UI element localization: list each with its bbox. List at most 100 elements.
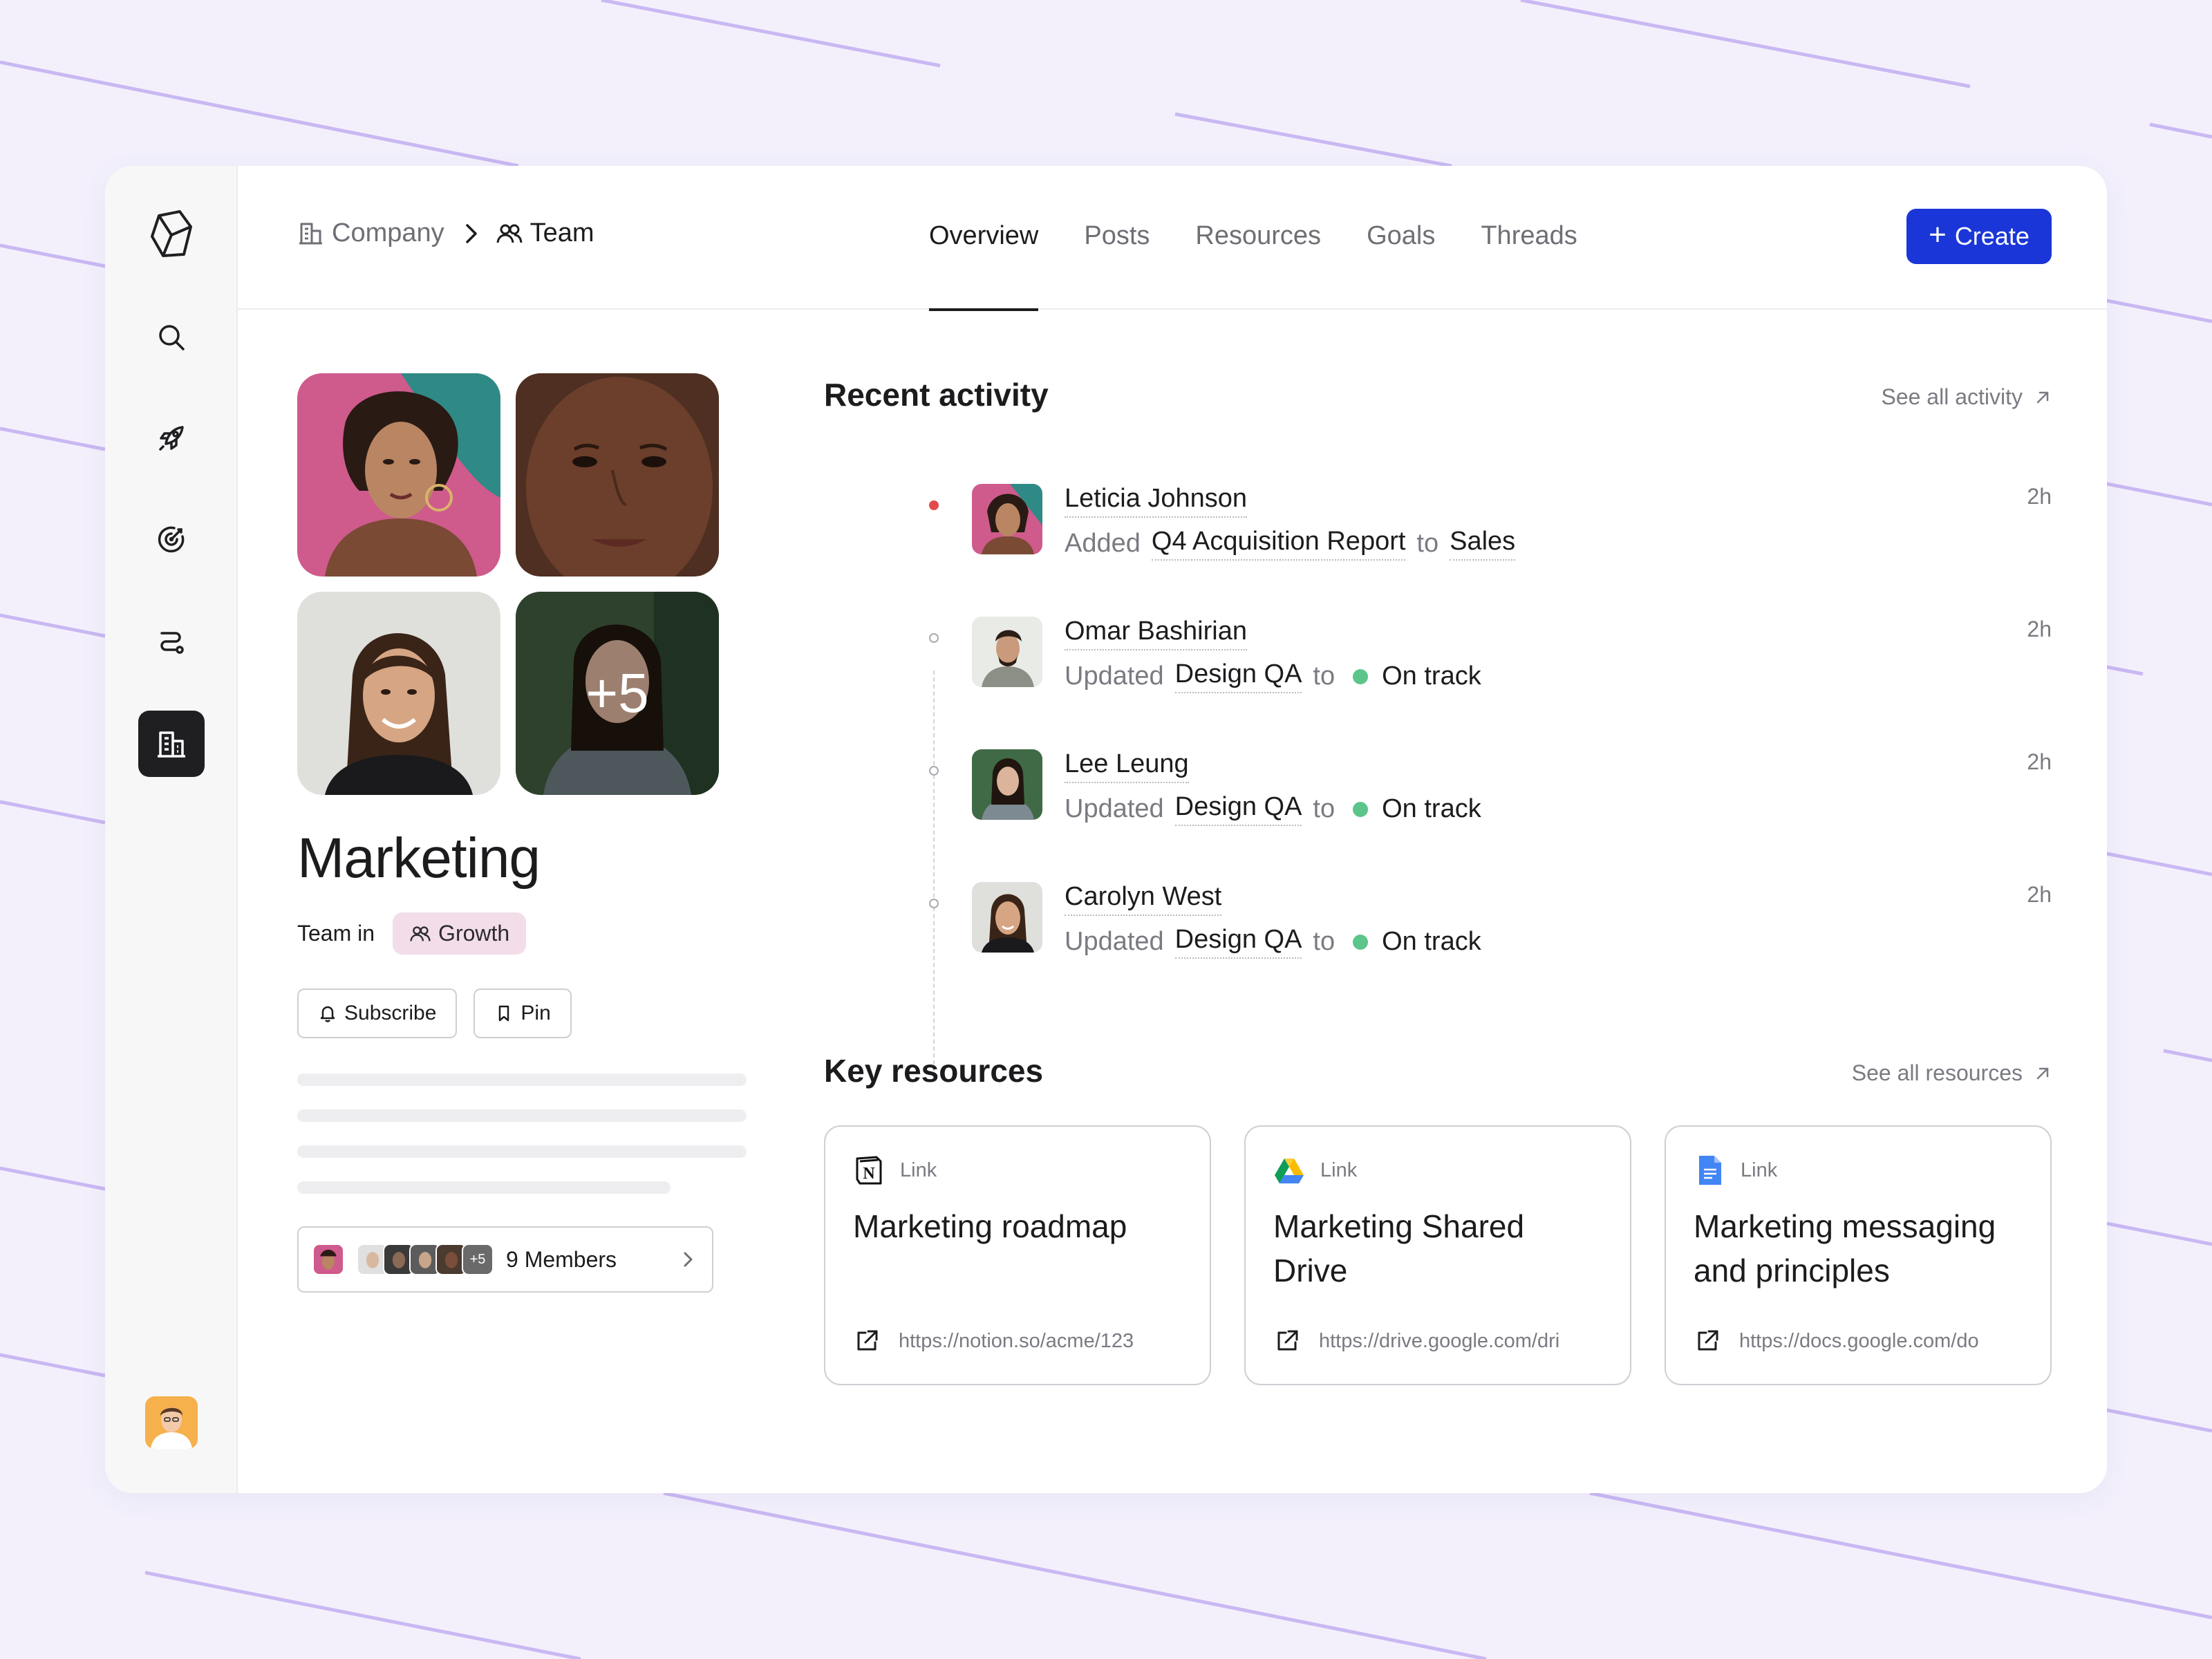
sidebar-item-company[interactable] xyxy=(138,711,205,777)
activity-user-name[interactable]: Leticia Johnson xyxy=(1065,484,1248,518)
sidebar-item-threads[interactable] xyxy=(138,608,205,675)
resource-type: Link xyxy=(1694,1154,1777,1186)
status-dot-green xyxy=(1353,668,1369,684)
activity-status-label: On track xyxy=(1382,927,1481,956)
create-button[interactable]: + Create xyxy=(1906,209,2052,264)
activity-user-name[interactable]: Omar Bashirian xyxy=(1065,617,1247,650)
app-window: Company Team Overview Posts Resources Go… xyxy=(105,166,2107,1493)
activity-target-link[interactable]: Sales xyxy=(1450,527,1516,561)
tab-overview[interactable]: Overview xyxy=(929,166,1039,311)
resource-card[interactable]: Link Marketing messaging and principles … xyxy=(1665,1125,2052,1385)
timeline-dot xyxy=(929,766,939,776)
activity-time: 2h xyxy=(2027,749,2052,774)
route-icon xyxy=(160,632,184,654)
tab-threads[interactable]: Threads xyxy=(1481,166,1577,310)
members-count-label: 9 Members xyxy=(506,1246,617,1272)
activity-item[interactable]: Carolyn West Updated Design QA to On tra… xyxy=(972,882,2052,979)
activity-item[interactable]: Leticia Johnson Added Q4 Acquisition Rep… xyxy=(972,484,2052,581)
activity-verb: Added xyxy=(1065,529,1141,558)
resource-type-label: Link xyxy=(1320,1159,1358,1181)
resource-url[interactable]: https://drive.google.com/dri xyxy=(1273,1327,1559,1355)
activity-object-link[interactable]: Design QA xyxy=(1174,925,1302,959)
member-photo[interactable] xyxy=(516,373,719,577)
app-logo[interactable] xyxy=(138,200,205,267)
activity-time: 2h xyxy=(2027,617,2052,641)
activity-status[interactable]: On track xyxy=(1353,662,1481,691)
bell-icon xyxy=(320,1006,335,1022)
activity-description: Updated Design QA to On track xyxy=(1065,792,1481,826)
activity-object-link[interactable]: Q4 Acquisition Report xyxy=(1151,527,1406,561)
activity-description: Updated Design QA to On track xyxy=(1065,659,1481,693)
breadcrumb-company-label: Company xyxy=(332,218,444,247)
sidebar-item-launch[interactable] xyxy=(138,405,205,471)
activity-description: Updated Design QA to On track xyxy=(1065,925,1481,959)
subscribe-label: Subscribe xyxy=(344,1002,437,1024)
svg-text:N: N xyxy=(863,1165,875,1183)
sidebar-item-goals[interactable] xyxy=(138,506,205,572)
members-button[interactable]: +5 9 Members xyxy=(297,1226,713,1293)
search-icon xyxy=(159,325,185,350)
user-avatar[interactable] xyxy=(145,1396,198,1449)
see-all-activity-link[interactable]: See all activity xyxy=(1881,384,2052,410)
timeline-dot-active xyxy=(929,500,939,510)
status-dot-green xyxy=(1353,934,1369,950)
member-photo-more[interactable]: +5 xyxy=(516,592,719,795)
team-photo-grid: +5 xyxy=(297,373,719,795)
activity-verb: Updated xyxy=(1065,927,1164,956)
user-avatar-image xyxy=(145,1396,198,1449)
tab-posts[interactable]: Posts xyxy=(1084,166,1150,310)
resource-type: N Link xyxy=(853,1154,937,1186)
resource-cards: N Link Marketing roadmap https://notion.… xyxy=(824,1125,2052,1385)
team-actions: Subscribe Pin xyxy=(297,988,572,1038)
description-placeholder-line xyxy=(297,1074,747,1086)
breadcrumb-company[interactable]: Company xyxy=(297,218,444,248)
activity-status[interactable]: On track xyxy=(1353,927,1481,957)
see-all-resources-link[interactable]: See all resources xyxy=(1852,1060,2052,1086)
team-name: Marketing xyxy=(297,827,541,890)
subscribe-button[interactable]: Subscribe xyxy=(297,988,458,1038)
activity-user-name[interactable]: Carolyn West xyxy=(1065,882,1222,916)
activity-user-name[interactable]: Lee Leung xyxy=(1065,749,1189,783)
activity-object-link[interactable]: Design QA xyxy=(1174,659,1302,693)
activity-time: 2h xyxy=(2027,882,2052,907)
member-photo[interactable] xyxy=(297,592,500,795)
timeline-dot xyxy=(929,899,939,908)
member-avatar xyxy=(312,1244,344,1275)
see-all-activity-label: See all activity xyxy=(1881,384,2023,409)
activity-avatar xyxy=(972,617,1042,687)
activity-status[interactable]: On track xyxy=(1353,794,1481,824)
member-photo[interactable] xyxy=(297,373,500,577)
activity-verb: Updated xyxy=(1065,794,1164,823)
resource-url[interactable]: https://notion.so/acme/123 xyxy=(853,1327,1134,1355)
rocket-icon xyxy=(159,426,184,451)
activity-avatar xyxy=(972,749,1042,820)
tab-resources[interactable]: Resources xyxy=(1195,166,1321,310)
activity-timeline xyxy=(933,671,935,1071)
resource-url-label: https://drive.google.com/dri xyxy=(1319,1329,1560,1352)
member-avatar-stack: +5 xyxy=(312,1244,494,1275)
activity-item[interactable]: Omar Bashirian Updated Design QA to On t… xyxy=(972,617,2052,713)
top-bar: Company Team Overview Posts Resources Go… xyxy=(238,166,2107,311)
pin-button[interactable]: Pin xyxy=(474,988,572,1038)
activity-preposition: to xyxy=(1313,927,1335,956)
parent-team-chip[interactable]: Growth xyxy=(393,912,527,955)
member-avatar-more: +5 xyxy=(462,1244,494,1275)
tab-goals[interactable]: Goals xyxy=(1367,166,1435,310)
activity-time: 2h xyxy=(2027,484,2052,509)
more-members-count: +5 xyxy=(516,592,719,795)
breadcrumb-team-label: Team xyxy=(529,218,594,247)
google-drive-icon xyxy=(1275,1159,1304,1183)
arrow-up-right-icon xyxy=(2036,391,2049,403)
activity-status-label: On track xyxy=(1382,794,1481,823)
resource-card[interactable]: Link Marketing Shared Drive https://driv… xyxy=(1244,1125,1631,1385)
activity-object-link[interactable]: Design QA xyxy=(1174,792,1302,826)
pin-label: Pin xyxy=(521,1002,551,1024)
activity-item[interactable]: Lee Leung Updated Design QA to On track … xyxy=(972,749,2052,846)
resource-card[interactable]: N Link Marketing roadmap https://notion.… xyxy=(824,1125,1211,1385)
sidebar-item-search[interactable] xyxy=(138,304,205,371)
target-icon xyxy=(158,526,185,553)
breadcrumb-team[interactable]: Team xyxy=(496,218,594,248)
resource-url[interactable]: https://docs.google.com/do xyxy=(1694,1327,1979,1355)
resource-type-label: Link xyxy=(900,1159,937,1181)
notion-icon: N xyxy=(856,1156,882,1185)
